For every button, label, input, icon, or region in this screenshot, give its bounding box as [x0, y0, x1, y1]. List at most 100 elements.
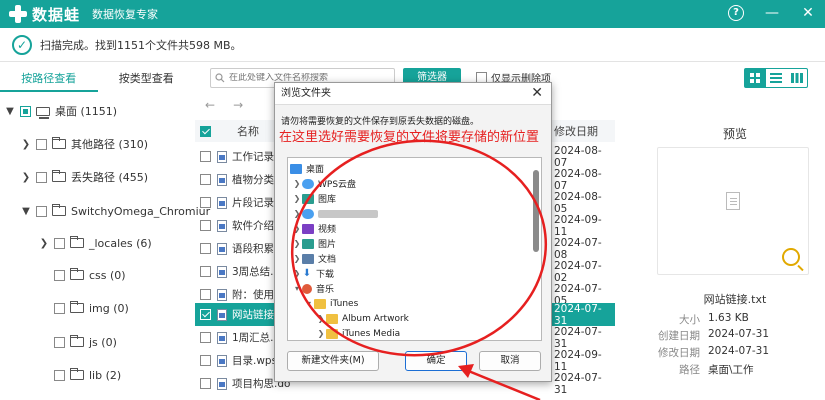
- app-name: 数据蛙: [32, 5, 81, 24]
- tree-checkbox[interactable]: [54, 369, 65, 381]
- folder-item[interactable]: ❯ 图片: [292, 236, 336, 251]
- chevron-right-icon[interactable]: ❯: [292, 209, 302, 218]
- row-checkbox[interactable]: [200, 197, 211, 208]
- gallery-icon: [302, 193, 314, 204]
- file-icon: [217, 377, 227, 390]
- file-date: 2024-07-31: [554, 371, 602, 396]
- check-circle-icon: ✓: [12, 34, 32, 55]
- row-checkbox[interactable]: [200, 378, 211, 389]
- folder-item[interactable]: ▾ iTunes: [304, 296, 358, 311]
- tree-checkbox[interactable]: [54, 269, 65, 281]
- tree-item[interactable]: ❯ _locales (6): [38, 232, 152, 254]
- row-checkbox[interactable]: [200, 355, 211, 366]
- detail-view-icon[interactable]: [786, 69, 807, 87]
- help-button[interactable]: ?: [727, 4, 745, 22]
- tree-checkbox[interactable]: [54, 302, 65, 314]
- cancel-button[interactable]: 取消: [479, 351, 541, 371]
- chevron-right-icon[interactable]: ❯: [20, 172, 32, 183]
- folder-icon: [70, 301, 84, 313]
- app-logo: 数据蛙: [8, 4, 80, 25]
- tree-item[interactable]: ❯ 其他路径 (310): [20, 133, 148, 155]
- chevron-right-icon[interactable]: ❯: [292, 194, 302, 203]
- tab-by-path[interactable]: 按路径查看: [0, 66, 98, 92]
- folder-item[interactable]: ❯ WPS云盘: [292, 176, 356, 191]
- chevron-right-icon[interactable]: ❯: [20, 139, 32, 150]
- select-all-checkbox[interactable]: [200, 125, 211, 137]
- folder-item[interactable]: ❯ 图库: [292, 191, 336, 206]
- browse-folder-dialog: 浏览文件夹 ✕ 请勿将需要恢复的文件保存到原丢失数据的磁盘。 在这里选好需要恢复…: [274, 82, 552, 382]
- row-checkbox[interactable]: [200, 220, 211, 231]
- folder-item[interactable]: ❯: [292, 206, 378, 221]
- tree-item[interactable]: ▼ 桌面 (1151): [4, 100, 117, 122]
- tab-by-type[interactable]: 按类型查看: [98, 66, 196, 92]
- tree-item[interactable]: js (0): [50, 331, 117, 353]
- folder-item[interactable]: ❯ 文档: [292, 251, 336, 266]
- new-folder-button[interactable]: 新建文件夹(M): [287, 351, 379, 371]
- row-checkbox[interactable]: [200, 151, 211, 162]
- list-view-icon[interactable]: [766, 69, 787, 87]
- meta-value: 2024-07-31: [708, 345, 770, 357]
- documents-icon: [302, 253, 314, 264]
- folder-label: 图库: [318, 195, 337, 205]
- chevron-right-icon[interactable]: ❯: [292, 179, 302, 188]
- chevron-right-icon[interactable]: ❯: [292, 224, 302, 233]
- meta-key: 创建日期: [658, 330, 700, 342]
- back-arrow-icon[interactable]: ←: [205, 98, 215, 112]
- meta-key: 路径: [679, 364, 700, 376]
- row-checkbox[interactable]: [200, 332, 211, 343]
- chevron-down-icon[interactable]: ▾: [304, 299, 314, 308]
- zoom-icon[interactable]: [782, 248, 800, 266]
- row-checkbox[interactable]: [200, 289, 211, 300]
- folder-item[interactable]: ❯ ⬇ 下载: [292, 266, 334, 281]
- chevron-right-icon[interactable]: ❯: [292, 239, 302, 248]
- column-date[interactable]: 修改日期: [554, 123, 598, 139]
- folder-item[interactable]: ❯ Album Artwork: [316, 311, 409, 326]
- row-checkbox[interactable]: [200, 243, 211, 254]
- tree-checkbox[interactable]: [54, 336, 65, 348]
- dialog-close-icon[interactable]: ✕: [531, 85, 543, 101]
- tree-checkbox[interactable]: [36, 171, 47, 183]
- desktop-icon: [290, 163, 302, 174]
- minimize-button[interactable]: —: [763, 4, 781, 22]
- folder-icon: [52, 170, 66, 182]
- tree-label: lib (2): [89, 368, 122, 382]
- download-icon: ⬇: [302, 267, 312, 279]
- chevron-down-icon[interactable]: ▼: [20, 206, 32, 217]
- file-icon: [217, 288, 227, 301]
- row-checkbox[interactable]: [200, 266, 211, 277]
- row-checkbox[interactable]: [200, 174, 211, 185]
- tree-checkbox[interactable]: [54, 237, 65, 249]
- tree-checkbox[interactable]: [20, 105, 31, 117]
- forward-arrow-icon[interactable]: →: [233, 98, 243, 112]
- tree-item[interactable]: lib (2): [50, 364, 121, 386]
- annotation-text: 在这里选好需要恢复的文件将要存储的新位置: [279, 130, 540, 145]
- tree-item[interactable]: ❯ 丢失路径 (455): [20, 166, 148, 188]
- tree-item[interactable]: css (0): [50, 264, 126, 286]
- chevron-right-icon[interactable]: ❯: [292, 254, 302, 263]
- chevron-right-icon[interactable]: ❯: [316, 314, 326, 323]
- tree-checkbox[interactable]: [36, 205, 47, 217]
- file-date: 2024-08-05: [554, 190, 602, 215]
- tree-item[interactable]: img (0): [50, 297, 129, 319]
- chevron-right-icon[interactable]: ❯: [316, 329, 326, 338]
- folder-item[interactable]: ▾ 音乐: [292, 281, 334, 296]
- grid-view-icon[interactable]: [745, 69, 766, 87]
- close-button[interactable]: ✕: [799, 4, 817, 22]
- folder-item[interactable]: 桌面: [290, 161, 324, 176]
- scrollbar-thumb[interactable]: [533, 170, 539, 252]
- user-folder-icon: [302, 208, 314, 219]
- chevron-down-icon[interactable]: ▾: [292, 284, 302, 293]
- tree-label: css (0): [89, 268, 126, 282]
- folder-item[interactable]: ❯ iTunes Media: [316, 326, 400, 340]
- folder-item[interactable]: ❯ 视频: [292, 221, 336, 236]
- chevron-right-icon[interactable]: ❯: [292, 269, 302, 278]
- chevron-right-icon[interactable]: ❯: [38, 238, 50, 249]
- meta-key: 大小: [679, 314, 700, 326]
- row-checkbox[interactable]: [200, 309, 211, 320]
- chevron-down-icon[interactable]: ▼: [4, 106, 16, 117]
- tree-checkbox[interactable]: [36, 138, 47, 150]
- preview-title: 预览: [722, 127, 747, 141]
- column-name[interactable]: 名称: [237, 123, 259, 139]
- ok-button[interactable]: 确定: [405, 351, 467, 371]
- tree-item[interactable]: ▼ SwitchyOmega_Chromiur: [20, 200, 210, 222]
